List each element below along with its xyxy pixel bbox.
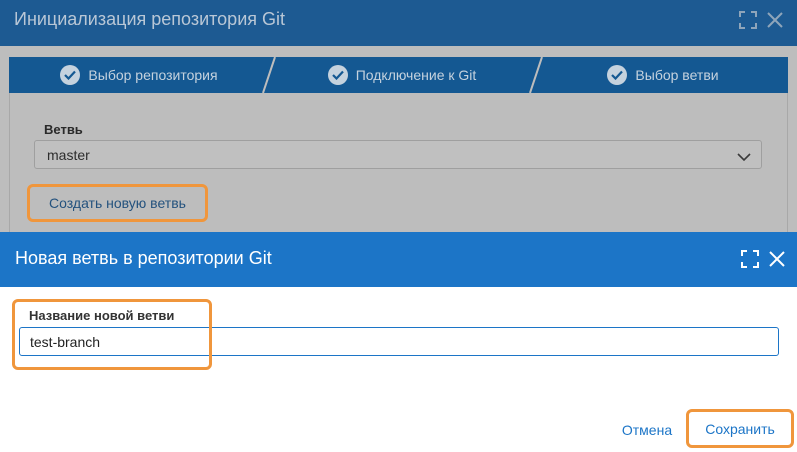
- branch-select[interactable]: master: [34, 140, 762, 169]
- background-window-controls: [739, 11, 783, 29]
- check-circle-icon: [607, 65, 628, 85]
- step-label: Выбор ветви: [635, 67, 719, 83]
- background-dialog: Инициализация репозитория Git Выбор репо…: [0, 0, 797, 232]
- close-icon[interactable]: [769, 251, 785, 267]
- branch-select-value: master: [47, 147, 90, 163]
- new-branch-dialog-title: Новая ветвь в репозитории Git: [15, 248, 272, 268]
- check-circle-icon: [60, 65, 81, 85]
- step-label: Подключение к Git: [355, 67, 477, 83]
- wizard-steps: Выбор репозитория Подключение к Git Выбо…: [9, 57, 788, 93]
- step-connect-git[interactable]: Подключение к Git: [271, 57, 533, 93]
- dialog-window-controls: [741, 250, 785, 268]
- new-branch-dialog-title-bar: Новая ветвь в репозитории Git: [0, 232, 797, 287]
- step-select-branch[interactable]: Выбор ветви: [538, 57, 788, 93]
- check-circle-icon: [327, 65, 348, 85]
- maximize-icon[interactable]: [741, 250, 759, 268]
- step-label: Выбор репозитория: [88, 67, 218, 83]
- background-dialog-title-bar: Инициализация репозитория Git: [0, 0, 797, 46]
- step-select-repository[interactable]: Выбор репозитория: [9, 57, 269, 93]
- branch-name-input[interactable]: [19, 327, 779, 356]
- branch-name-label: Название новой ветви: [29, 308, 175, 323]
- maximize-icon[interactable]: [739, 11, 757, 29]
- cancel-button[interactable]: Отмена: [614, 419, 680, 441]
- create-branch-button[interactable]: Создать новую ветвь: [27, 184, 208, 222]
- close-icon[interactable]: [767, 12, 783, 28]
- chevron-down-icon: [737, 149, 751, 167]
- background-dialog-title: Инициализация репозитория Git: [14, 9, 285, 29]
- branch-label: Ветвь: [44, 122, 83, 137]
- save-button[interactable]: Сохранить: [686, 409, 794, 448]
